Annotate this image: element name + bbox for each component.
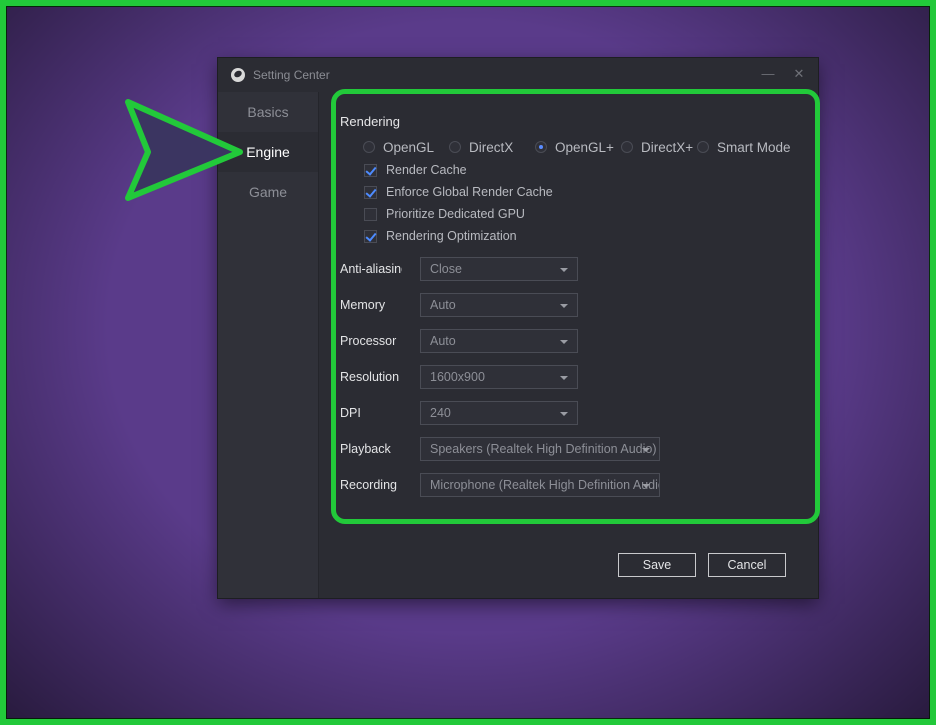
- pointer-arrow-icon: [125, 99, 243, 201]
- sidebar-divider: [318, 92, 319, 598]
- title-bar: Setting Center — ✕: [218, 58, 818, 92]
- save-button[interactable]: Save: [618, 553, 696, 577]
- cancel-button[interactable]: Cancel: [708, 553, 786, 577]
- highlight-box: [331, 89, 820, 524]
- minimize-icon[interactable]: —: [760, 66, 776, 82]
- close-icon[interactable]: ✕: [791, 66, 807, 82]
- app-logo-icon: [231, 68, 245, 82]
- window-title: Setting Center: [253, 68, 330, 82]
